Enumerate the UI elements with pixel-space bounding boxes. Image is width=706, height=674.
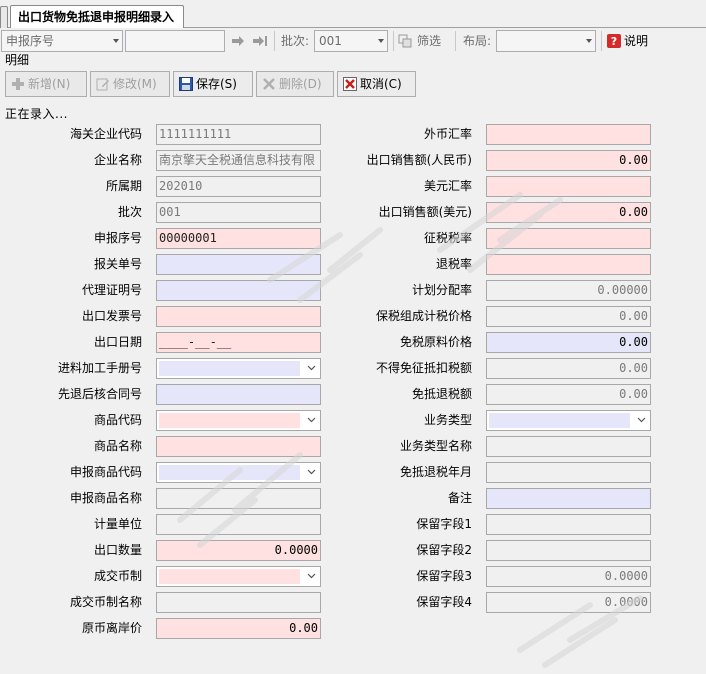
toolbar-divider: [274, 31, 275, 51]
levy-rate-field[interactable]: [486, 228, 651, 249]
tab-scroll-left[interactable]: [0, 6, 8, 28]
refund-period-label: 免抵退税年月: [399, 465, 472, 479]
reserved2-field[interactable]: [486, 540, 651, 561]
filter-button[interactable]: 筛选: [417, 33, 441, 49]
filter-icon: [398, 34, 412, 48]
business-type-name-label: 业务类型名称: [399, 439, 472, 453]
sort-field-select[interactable]: 申报序号: [1, 30, 123, 52]
save-button[interactable]: 保存(S): [173, 71, 253, 97]
fob-price-label: 原币离岸价: [81, 621, 142, 635]
business-type-name-field[interactable]: [486, 436, 651, 457]
exempt-refund-tax-field[interactable]: 0.00: [486, 384, 651, 405]
save-disk-icon: [179, 77, 193, 91]
go-last-arrow-icon[interactable]: [253, 35, 267, 47]
business-type-label: 业务类型: [423, 413, 472, 427]
chevron-down-icon: [637, 417, 646, 423]
delete-x-icon: [263, 78, 275, 90]
tab-export-refund-detail[interactable]: 出口货物免抵退申报明细录入: [10, 5, 184, 29]
bonded-tax-price-label: 保税组成计税价格: [375, 309, 472, 323]
usd-rate-field[interactable]: [486, 176, 651, 197]
chevron-down-icon: [113, 39, 119, 43]
remark-label: 备注: [447, 491, 472, 505]
layout-label: 布局:: [463, 34, 492, 48]
refund-rate-field[interactable]: [486, 254, 651, 275]
edit-button[interactable]: 修改(M): [90, 71, 170, 97]
delete-button[interactable]: 删除(D): [256, 71, 334, 97]
exempt-refund-tax-label: 免抵退税额: [411, 387, 472, 401]
remark-field[interactable]: [486, 488, 651, 509]
plan-alloc-rate-field[interactable]: 0.00000: [486, 280, 651, 301]
non-deductible-field[interactable]: 0.00: [486, 358, 651, 379]
toolbar-divider: [393, 31, 394, 51]
toolbar-divider: [601, 31, 602, 51]
sort-field-value: 申报序号: [6, 34, 55, 48]
sales-usd-field[interactable]: 0.00: [486, 202, 651, 223]
sales-usd-label: 出口销售额(美元): [378, 205, 472, 219]
section-title: 明细: [5, 53, 30, 67]
levy-rate-label: 征税税率: [423, 231, 472, 245]
batch-select[interactable]: 001: [314, 30, 388, 52]
svg-text:?: ?: [611, 35, 617, 48]
sales-rmb-field[interactable]: 0.00: [486, 150, 651, 171]
help-icon: ?: [607, 34, 621, 48]
add-button[interactable]: 新增(N): [5, 71, 87, 97]
fx-rate-field[interactable]: [486, 124, 651, 145]
dutyfree-material-price-field[interactable]: 0.00: [486, 332, 651, 353]
sales-rmb-label: 出口销售额(人民币): [366, 153, 472, 167]
cancel-icon: [343, 77, 357, 91]
reserved1-field[interactable]: [486, 514, 651, 535]
layout-select[interactable]: [496, 30, 596, 52]
reserved4-label: 保留字段4: [416, 595, 472, 609]
usd-rate-label: 美元汇率: [423, 179, 472, 193]
non-deductible-label: 不得免征抵扣税额: [375, 361, 472, 375]
tab-bar: 出口货物免抵退申报明细录入: [0, 0, 706, 29]
plan-alloc-rate-label: 计划分配率: [411, 283, 472, 297]
status-text: 正在录入...: [5, 107, 68, 121]
plus-icon: [12, 78, 24, 90]
search-input[interactable]: [125, 30, 225, 52]
fx-rate-label: 外币汇率: [423, 127, 472, 141]
fob-price-field[interactable]: 0.00: [156, 618, 321, 639]
batch-label: 批次:: [281, 34, 310, 48]
chevron-down-icon: [586, 39, 592, 43]
go-arrow-icon[interactable]: [231, 35, 245, 47]
batch-value: 001: [319, 34, 342, 48]
bonded-tax-price-field[interactable]: 0.00: [486, 306, 651, 327]
edit-icon: [96, 78, 109, 91]
chevron-down-icon: [378, 39, 384, 43]
refund-period-field[interactable]: [486, 462, 651, 483]
dutyfree-material-price-label: 免税原料价格: [399, 335, 472, 349]
help-button[interactable]: 说明: [624, 33, 648, 49]
refund-rate-label: 退税率: [435, 257, 472, 271]
reserved4-field[interactable]: 0.0000: [486, 592, 651, 613]
business-type-select[interactable]: [486, 410, 651, 431]
reserved1-label: 保留字段1: [416, 517, 472, 531]
cancel-button[interactable]: 取消(C): [337, 71, 416, 97]
toolbar-divider: [455, 31, 456, 51]
reserved3-label: 保留字段3: [416, 569, 472, 583]
reserved3-field[interactable]: 0.0000: [486, 566, 651, 587]
reserved2-label: 保留字段2: [416, 543, 472, 557]
